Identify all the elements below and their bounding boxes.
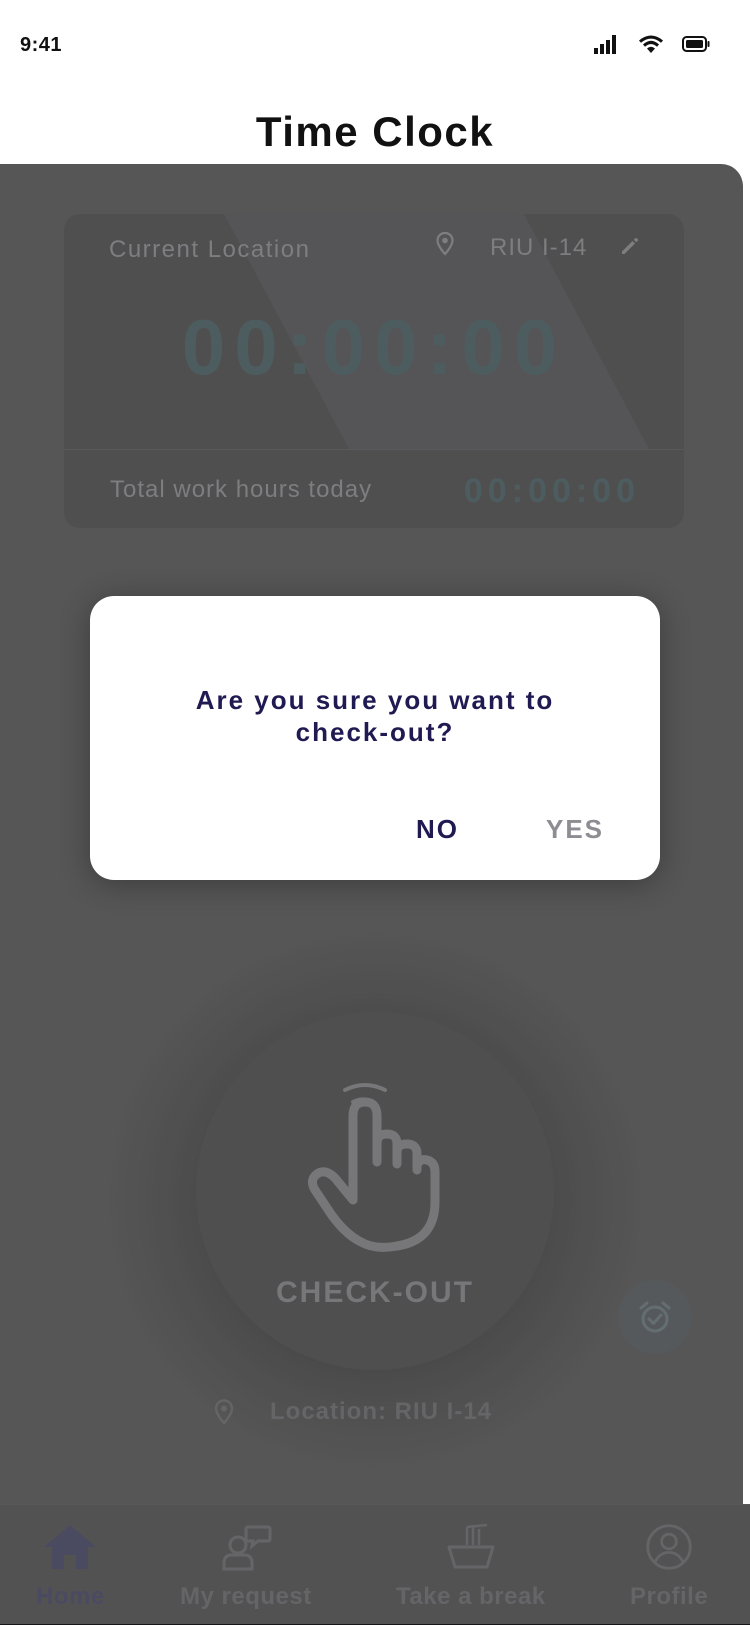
total-hours-value: 00:00:00: [463, 472, 640, 510]
elapsed-timer: 00:00:00: [181, 303, 567, 391]
status-time: 9:41: [20, 34, 63, 56]
checkout-confirm-dialog: Are you sure you want to check-out? NO Y…: [90, 596, 660, 880]
battery-icon: [682, 36, 710, 52]
dialog-message: Are you sure you want to check-out?: [130, 684, 620, 748]
break-icon: [447, 1523, 495, 1569]
reminder-button[interactable]: [618, 1280, 692, 1354]
nav-item-home[interactable]: Home: [36, 1523, 105, 1611]
timer-card: Current Location RIU I-14 00:00:00 Total…: [64, 214, 684, 528]
status-icons: [594, 34, 710, 54]
nav-item-my-request[interactable]: My request: [180, 1523, 312, 1611]
current-location-name: RIU I-14: [490, 234, 588, 261]
status-bar: 9:41: [0, 0, 750, 92]
alarm-clock-icon: [639, 1301, 671, 1333]
wifi-icon: [639, 35, 663, 53]
location-pin-icon: [214, 1399, 234, 1425]
request-icon: [222, 1525, 272, 1571]
checkout-label: CHECK-OUT: [276, 1276, 474, 1309]
location-pin-icon: [436, 232, 454, 256]
nav-label-take-a-break: Take a break: [396, 1583, 546, 1610]
bottom-location-text: Location: RIU I-14: [270, 1398, 493, 1425]
page-title: Time Clock: [255, 108, 495, 155]
profile-icon: [646, 1524, 692, 1570]
checkout-button[interactable]: CHECK-OUT: [196, 1012, 554, 1370]
home-icon: [44, 1525, 97, 1569]
edit-location-icon[interactable]: [620, 236, 640, 256]
current-location-label: Current Location: [109, 236, 311, 263]
dialog-message-line1: Are you sure you want to: [195, 685, 555, 715]
nav-item-profile[interactable]: Profile: [630, 1523, 708, 1611]
bottom-nav: Home My request Take a break Profile: [0, 1504, 750, 1625]
card-divider: [64, 449, 684, 450]
nav-item-take-a-break[interactable]: Take a break: [396, 1523, 546, 1611]
nav-label-home: Home: [36, 1583, 105, 1610]
tap-hand-icon: [307, 1083, 440, 1252]
dialog-yes-button[interactable]: YES: [546, 814, 604, 845]
nav-label-my-request: My request: [180, 1583, 312, 1610]
signal-icon: [594, 35, 616, 54]
total-hours-label: Total work hours today: [110, 476, 373, 503]
nav-label-profile: Profile: [630, 1583, 709, 1610]
bottom-location: Location: RIU I-14: [214, 1398, 492, 1426]
dialog-no-button[interactable]: NO: [416, 814, 459, 845]
dialog-message-line2: check-out?: [295, 717, 455, 747]
